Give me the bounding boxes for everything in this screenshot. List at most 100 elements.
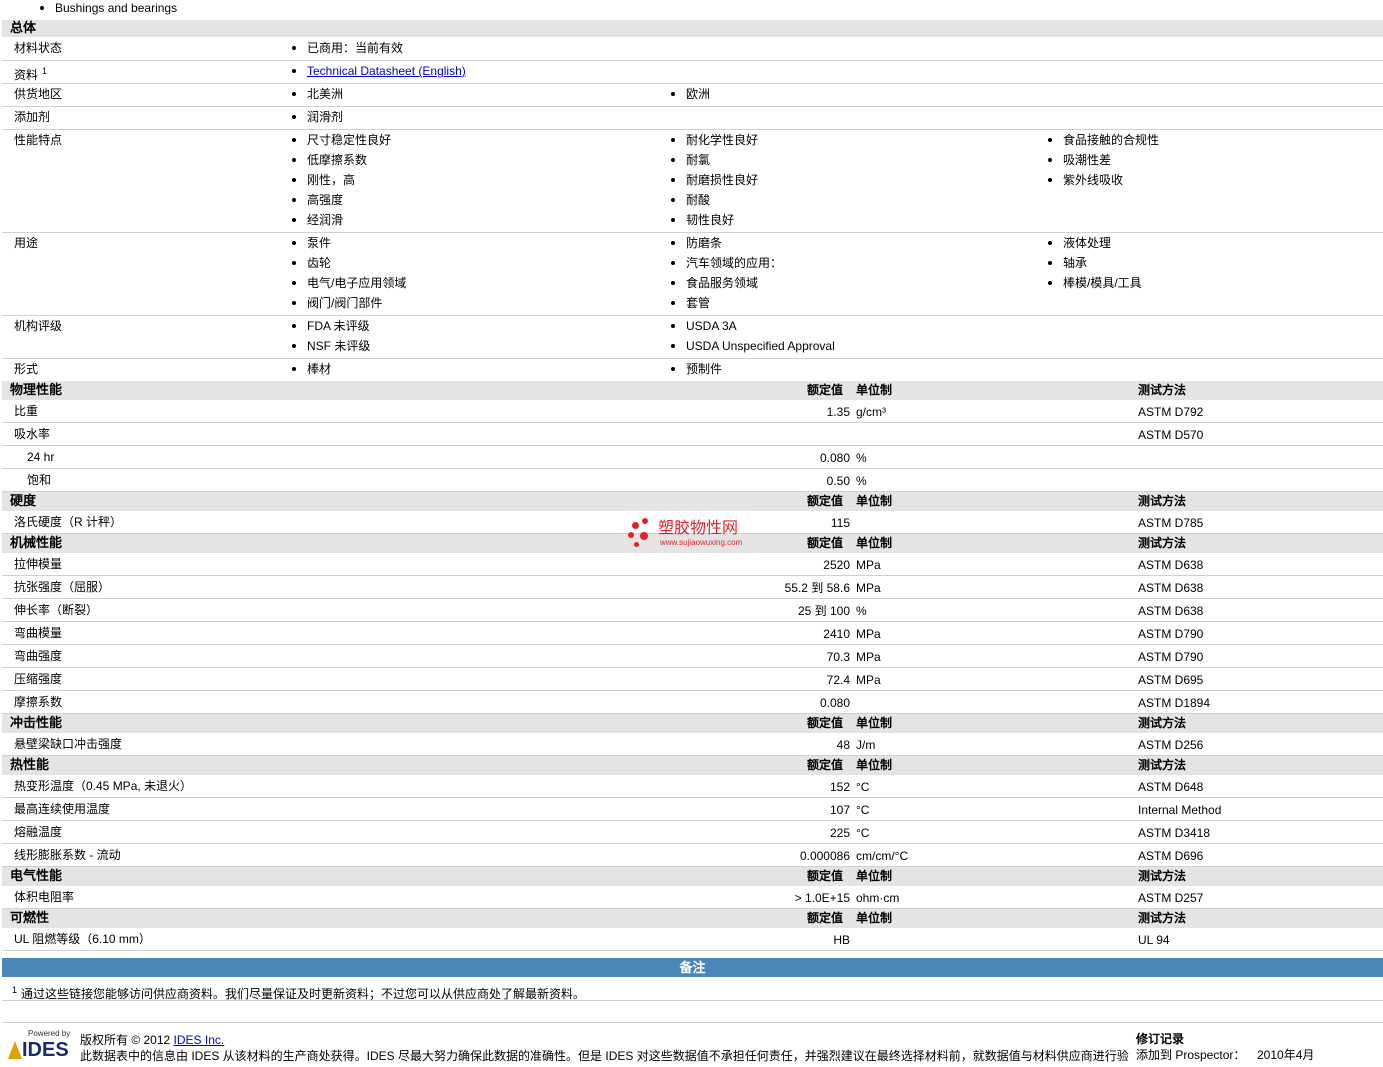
property-method: ASTM D638	[1138, 604, 1204, 618]
general-value: 套管	[686, 296, 711, 310]
general-value: 食品接触的合规性	[1063, 133, 1160, 147]
property-method: ASTM D256	[1138, 738, 1204, 752]
property-row: 弯曲强度 70.3 MPa ASTM D790	[2, 645, 1383, 668]
general-row-label: 性能特点	[14, 133, 63, 147]
nominal-header: 额定值	[807, 716, 844, 730]
bullet-dot	[1048, 241, 1052, 245]
method-header: 测试方法	[1138, 758, 1187, 772]
property-row: 最高连续使用温度 107 °C Internal Method	[2, 798, 1383, 821]
bullet-dot	[292, 324, 296, 328]
general-row-label: 供货地区	[14, 87, 63, 101]
property-label: 弯曲强度	[14, 649, 63, 663]
bullet-dot	[1048, 178, 1052, 182]
property-method: ASTM D570	[1138, 428, 1204, 442]
nominal-header: 额定值	[807, 494, 844, 508]
property-row: 压缩强度 72.4 MPa ASTM D695	[2, 668, 1383, 691]
property-label: 饱和	[27, 473, 52, 487]
general-value: 棒模/模具/工具	[1063, 276, 1142, 290]
general-value: 阀门/阀门部件	[307, 296, 383, 310]
revision-label: 添加到 Prospector：	[1136, 1048, 1246, 1062]
footnote-text: 1 通过这些链接您能够访问供应商资料。我们尽量保证及时更新资料；不过您可以从供应商…	[12, 985, 586, 1001]
property-label: 伸长率（断裂）	[14, 603, 99, 617]
method-header: 测试方法	[1138, 494, 1187, 508]
property-method: ASTM D695	[1138, 673, 1204, 687]
property-value: 0.080	[819, 696, 850, 710]
method-header: 测试方法	[1138, 869, 1187, 883]
property-method: ASTM D790	[1138, 650, 1204, 664]
bullet-dot	[292, 46, 296, 50]
datasheet-link[interactable]: Technical Datasheet (English)	[307, 63, 466, 79]
general-value: 欧洲	[686, 87, 711, 101]
general-value: 汽车领域的应用：	[686, 256, 783, 270]
property-unit: °C	[856, 826, 870, 840]
method-header: 测试方法	[1138, 716, 1187, 730]
general-value: USDA Unspecified Approval	[686, 339, 835, 353]
footnote-marker: 1	[12, 985, 18, 995]
property-label: 熔融温度	[14, 825, 63, 839]
property-label: 24 hr	[27, 450, 55, 464]
copyright-text: 版权所有 © 2012 IDES Inc.	[80, 1033, 225, 1047]
general-row-label: 材料状态	[14, 41, 63, 55]
general-value: 齿轮	[307, 256, 332, 270]
property-row: 比重 1.35 g/cm³ ASTM D792	[2, 400, 1383, 423]
unit-header: 单位制	[856, 758, 893, 772]
section-title: 冲击性能	[10, 715, 63, 730]
general-value: 棒材	[307, 362, 332, 376]
bullet-dot	[292, 178, 296, 182]
property-method: ASTM D792	[1138, 405, 1204, 419]
property-row: 24 hr 0.080%	[2, 446, 1383, 469]
property-unit: J/m	[856, 738, 876, 752]
bullet-dot	[292, 218, 296, 222]
general-value: USDA 3A	[686, 319, 737, 333]
general-value: 耐氯	[686, 153, 711, 167]
property-row: 伸长率（断裂） 25 到 100% ASTM D638	[2, 599, 1383, 622]
divider	[2, 1000, 1383, 1001]
nominal-header: 额定值	[807, 911, 844, 925]
property-unit: MPa	[856, 581, 881, 595]
property-unit: MPa	[856, 558, 881, 572]
general-value: 紫外线吸收	[1063, 173, 1124, 187]
section-title: 硬度	[10, 493, 37, 508]
unit-header: 单位制	[856, 869, 893, 883]
property-value: 225	[829, 826, 850, 840]
bullet-dot	[671, 367, 675, 371]
general-value: 高强度	[307, 193, 344, 207]
company-link[interactable]: IDES Inc.	[174, 1033, 225, 1047]
section-header: 硬度 额定值 单位制 测试方法	[2, 492, 1383, 511]
bullet-dot	[292, 281, 296, 285]
property-method: ASTM D638	[1138, 581, 1204, 595]
property-unit: MPa	[856, 627, 881, 641]
ides-logo: Powered by IDES	[8, 1029, 70, 1063]
bullet-dot	[671, 241, 675, 245]
property-row: UL 阻燃等级（6.10 mm） HB UL 94	[2, 928, 1383, 951]
general-row: 添加剂 润滑剂	[2, 106, 1383, 130]
bullet-dot	[292, 69, 296, 73]
property-method: UL 94	[1138, 933, 1170, 947]
section-header-general: 总体	[2, 20, 1383, 37]
nominal-header: 额定值	[807, 758, 844, 772]
unit-header: 单位制	[856, 911, 893, 925]
method-header: 测试方法	[1138, 536, 1187, 550]
property-label: 弯曲模量	[14, 626, 63, 640]
general-value: 轴承	[1063, 256, 1088, 270]
nominal-header: 额定值	[807, 869, 844, 883]
general-row: 材料状态 已商用：当前有效	[2, 37, 1383, 61]
property-row: 吸水率 ASTM D570	[2, 423, 1383, 446]
property-label: 体积电阻率	[14, 890, 75, 904]
watermark-dot-icon	[632, 522, 639, 529]
property-value: 107	[829, 803, 850, 817]
bullet-dot	[292, 367, 296, 371]
bullet-dot	[671, 218, 675, 222]
bullet-dot	[671, 301, 675, 305]
general-value: 食品服务领域	[686, 276, 759, 290]
property-value: 152	[829, 780, 850, 794]
watermark-name: 塑胶物性网	[658, 520, 739, 537]
property-unit: cm/cm/°C	[856, 849, 909, 863]
property-method: ASTM D785	[1138, 516, 1204, 530]
property-unit: %	[856, 474, 867, 488]
bullet-dot	[292, 138, 296, 142]
general-value: 预制件	[686, 362, 723, 376]
top-list-item: Bushings and bearings	[55, 1, 178, 15]
bullet-dot	[671, 138, 675, 142]
footnote-marker: 1	[42, 66, 48, 76]
